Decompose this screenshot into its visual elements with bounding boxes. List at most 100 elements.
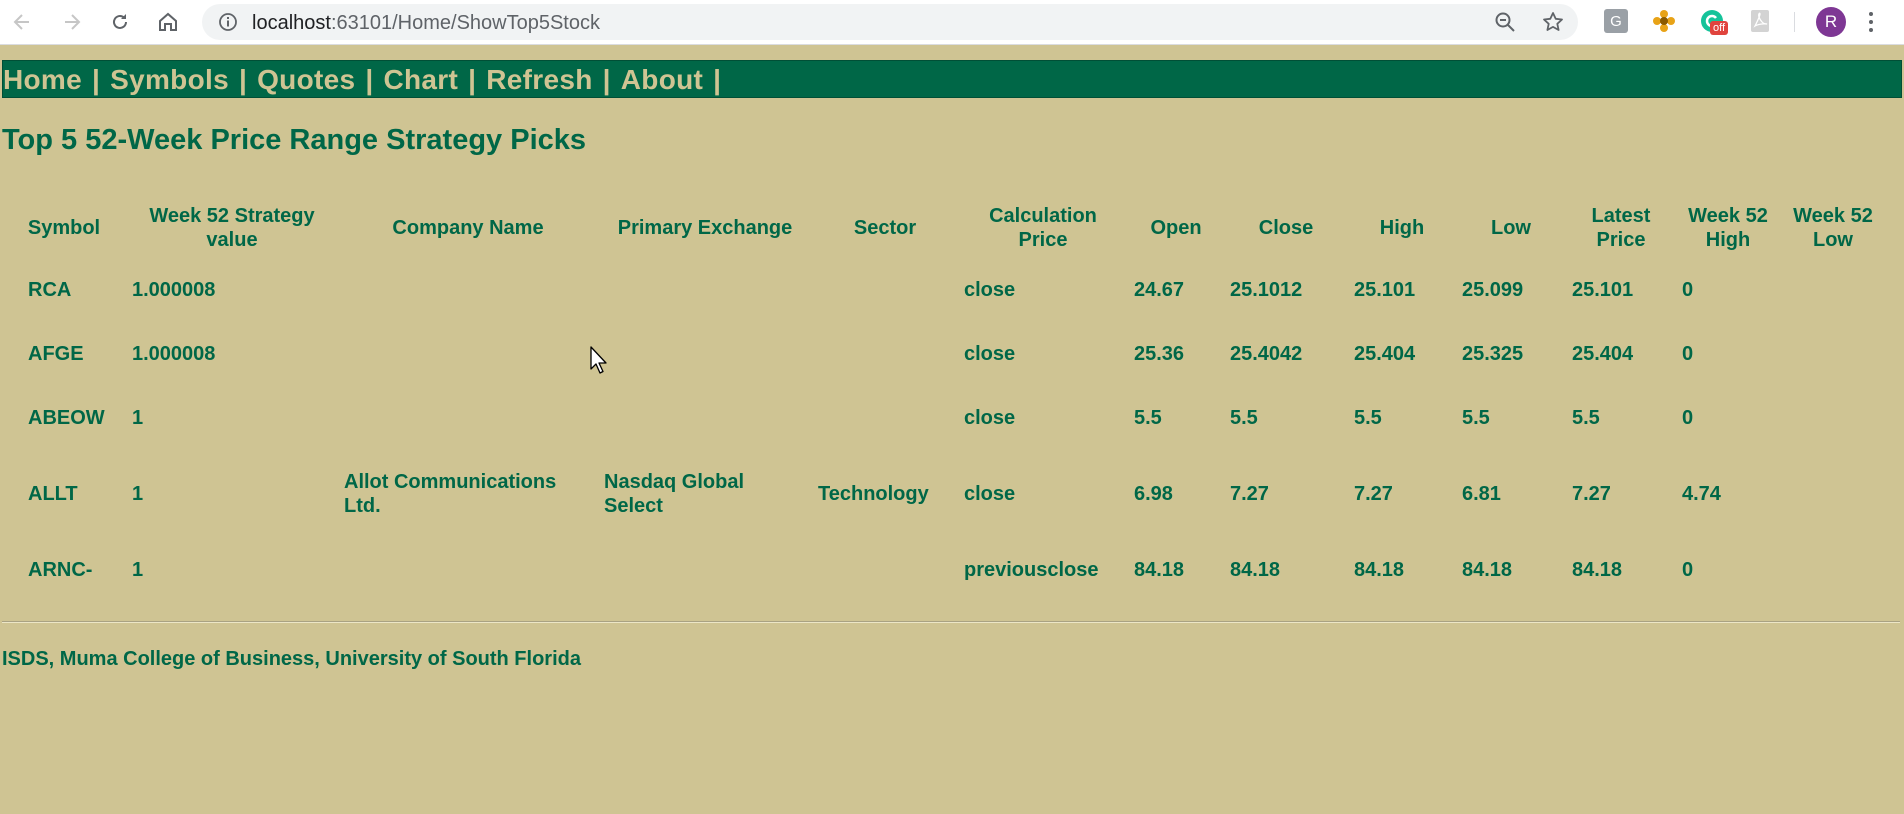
cell-strategy-value: 1	[132, 407, 144, 429]
nav-symbols-link[interactable]: Symbols	[110, 64, 229, 95]
cell-close: 84.18	[1230, 559, 1281, 581]
cell-sector	[812, 322, 958, 386]
table-row: ARNC- 1 previousclose 84.18 84.18 84.18 …	[2, 538, 1886, 602]
cell-company-name	[338, 258, 598, 322]
cell-sector	[812, 538, 958, 602]
page-title: Top 5 52-Week Price Range Strategy Picks	[2, 124, 587, 156]
address-bar[interactable]: localhost:63101/Home/ShowTop5Stock	[202, 4, 1578, 40]
cell-open: 6.98	[1134, 483, 1173, 505]
extension-g-icon[interactable]: G	[1604, 9, 1628, 33]
cell-calculation-price: close	[964, 343, 1016, 365]
cell-week52-high: 0	[1682, 559, 1694, 581]
table-row: ALLT 1 Allot Communications Ltd. Nasdaq …	[2, 450, 1886, 538]
cell-open: 5.5	[1134, 407, 1162, 429]
cell-strategy-value: 1.000008	[132, 279, 216, 301]
cell-company-name	[338, 538, 598, 602]
nav-links: Home | Symbols | Quotes | Chart | Refresh | About |	[3, 64, 731, 96]
info-icon[interactable]	[218, 12, 238, 32]
nav-chart-link[interactable]: Chart	[384, 64, 459, 95]
header-week52-high: Week 52 High	[1688, 205, 1768, 251]
nav-separator: |	[602, 64, 611, 95]
menu-icon[interactable]	[1866, 8, 1876, 36]
home-button[interactable]	[154, 8, 182, 36]
cell-symbol: AFGE	[28, 343, 84, 365]
cell-week52-high: 4.74	[1682, 483, 1721, 505]
nav-separator: |	[238, 64, 248, 95]
nav-separator: |	[468, 64, 477, 95]
header-open: Open	[1150, 217, 1202, 239]
table-row: AFGE 1.000008 close 25.36 25.4042 25.404…	[2, 322, 1886, 386]
home-icon	[159, 12, 177, 31]
cell-low: 25.099	[1462, 279, 1524, 301]
cell-latest-price: 5.5	[1572, 407, 1600, 429]
cell-week52-high: 0	[1682, 279, 1694, 301]
header-low: Low	[1491, 217, 1531, 239]
extension-flower-icon[interactable]	[1652, 9, 1676, 33]
cell-sector	[812, 386, 958, 450]
cell-high: 25.404	[1354, 343, 1416, 365]
site-navbar: Home | Symbols | Quotes | Chart | Refresh | About |	[2, 60, 1902, 98]
cell-week52-low	[1780, 450, 1886, 538]
cell-strategy-value: 1	[132, 483, 144, 505]
nav-refresh-link[interactable]: Refresh	[486, 64, 592, 95]
toolbar-separator	[1794, 12, 1795, 32]
cell-calculation-price: close	[964, 483, 1016, 505]
cell-high: 7.27	[1354, 483, 1393, 505]
arrow-right-icon	[65, 14, 81, 30]
cell-close: 5.5	[1230, 407, 1258, 429]
stock-table: Symbol Week 52 Strategy value Company Na…	[2, 198, 1886, 602]
extension-pdf-icon[interactable]	[1748, 9, 1772, 33]
cell-calculation-price: previousclose	[964, 559, 1099, 581]
browser-toolbar: localhost:63101/Home/ShowTop5Stock G off…	[0, 0, 1904, 45]
cell-calculation-price: close	[964, 407, 1016, 429]
cell-open: 24.67	[1134, 279, 1185, 301]
cell-strategy-value: 1.000008	[132, 343, 216, 365]
header-latest-price: Latest Price	[1591, 205, 1651, 251]
extension-grammarly-icon[interactable]: off	[1700, 9, 1729, 35]
cell-low: 25.325	[1462, 343, 1524, 365]
table-row: RCA 1.000008 close 24.67 25.1012 25.101 …	[2, 258, 1886, 322]
back-button[interactable]	[8, 8, 36, 36]
nav-separator: |	[365, 64, 374, 95]
url-host: localhost	[252, 12, 331, 34]
cell-latest-price: 84.18	[1572, 559, 1623, 581]
reload-icon	[113, 14, 127, 29]
cell-low: 84.18	[1462, 559, 1513, 581]
arrow-left-icon	[13, 14, 29, 30]
bookmark-star-icon[interactable]	[1542, 11, 1564, 33]
mouse-cursor-icon	[590, 346, 607, 374]
cell-close: 25.4042	[1230, 343, 1303, 365]
forward-button[interactable]	[58, 8, 86, 36]
nav-about-link[interactable]: About	[621, 64, 703, 95]
cell-primary-exchange: Nasdaq Global Select	[604, 471, 745, 517]
nav-home-link[interactable]: Home	[3, 64, 82, 95]
zoom-out-icon[interactable]	[1494, 11, 1516, 33]
table-header-row: Symbol Week 52 Strategy value Company Na…	[2, 198, 1886, 258]
url-text[interactable]: localhost:63101/Home/ShowTop5Stock	[252, 12, 600, 35]
cell-latest-price: 25.101	[1572, 279, 1634, 301]
cell-company-name: Allot Communications Ltd.	[344, 471, 557, 517]
cell-symbol: RCA	[28, 279, 72, 301]
cell-high: 84.18	[1354, 559, 1405, 581]
cell-week52-low	[1780, 386, 1886, 450]
cell-sector: Technology	[818, 483, 929, 505]
cell-sector	[812, 258, 958, 322]
cell-symbol: ABEOW	[28, 407, 105, 429]
cell-week52-low	[1780, 258, 1886, 322]
header-sector: Sector	[853, 217, 917, 239]
nav-quotes-link[interactable]: Quotes	[257, 64, 355, 95]
reload-button[interactable]	[106, 8, 134, 36]
header-close: Close	[1258, 217, 1314, 239]
cell-high: 25.101	[1354, 279, 1416, 301]
cell-close: 25.1012	[1230, 279, 1303, 301]
cell-open: 25.36	[1134, 343, 1185, 365]
cell-week52-high: 0	[1682, 407, 1694, 429]
cell-latest-price: 7.27	[1572, 483, 1611, 505]
header-high: High	[1379, 217, 1425, 239]
header-company-name: Company Name	[392, 217, 544, 239]
profile-avatar[interactable]: R	[1816, 7, 1846, 37]
cell-symbol: ARNC-	[28, 559, 93, 581]
cell-primary-exchange	[598, 258, 812, 322]
cell-strategy-value: 1	[132, 559, 144, 581]
cell-company-name	[338, 322, 598, 386]
